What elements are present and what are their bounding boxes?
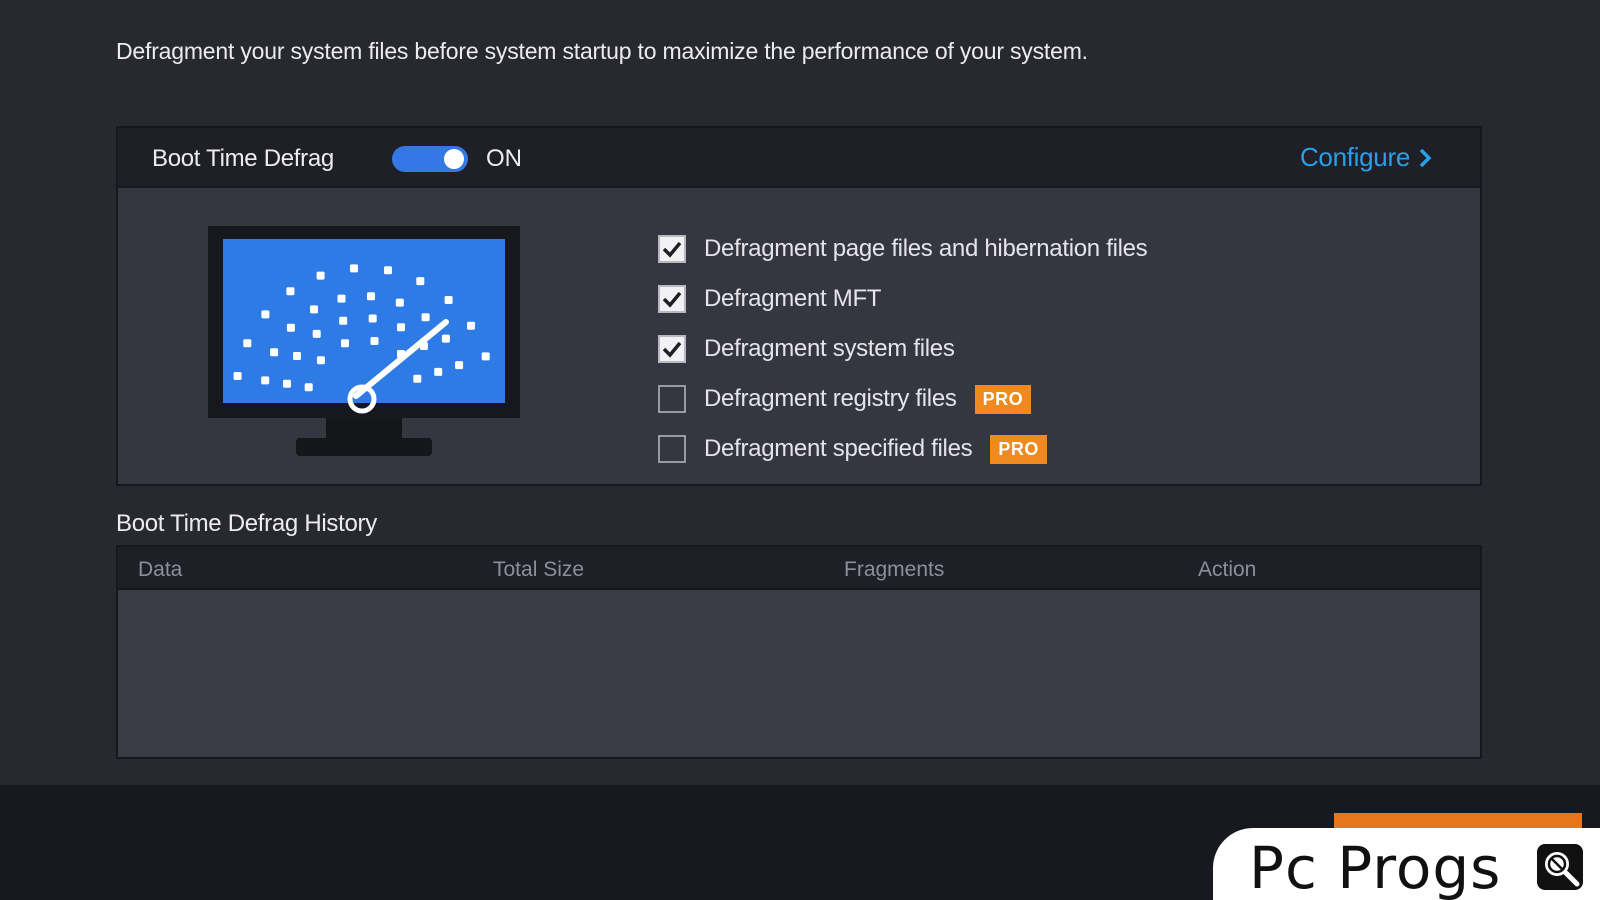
option-label: Defragment registry files	[704, 385, 957, 412]
option-checkbox[interactable]	[658, 235, 686, 263]
page-description: Defragment your system files before syst…	[116, 38, 1088, 64]
column-header-fragments[interactable]: Fragments	[844, 558, 944, 582]
defrag-option[interactable]: Defragment registry files PRO	[658, 374, 1147, 424]
option-label: Defragment specified files	[704, 435, 973, 462]
history-title: Boot Time Defrag History	[116, 510, 377, 537]
column-header-total-size[interactable]: Total Size	[493, 558, 584, 582]
panel-header: Boot Time Defrag ON Configure	[118, 128, 1480, 188]
watermark: Pc Progs	[1213, 828, 1600, 900]
magnifier-icon	[1537, 844, 1583, 890]
watermark-text: Pc Progs	[1249, 834, 1502, 900]
option-label: Defragment system files	[704, 335, 955, 362]
monitor-gauge-icon	[208, 226, 520, 456]
checkmark-icon	[662, 291, 682, 308]
option-checkbox[interactable]	[658, 285, 686, 313]
boot-time-defrag-panel: Boot Time Defrag ON Configure Defragment…	[116, 126, 1482, 486]
pro-badge: PRO	[990, 434, 1047, 464]
toggle-knob	[444, 149, 464, 169]
column-header-data[interactable]: Data	[138, 558, 182, 582]
table-header: Data Total Size Fragments Action	[118, 547, 1480, 590]
toggle-state-label: ON	[486, 145, 522, 172]
option-label: Defragment page files and hibernation fi…	[704, 235, 1148, 262]
option-label: Defragment MFT	[704, 285, 882, 312]
checkmark-icon	[662, 241, 682, 258]
boot-defrag-toggle[interactable]	[392, 146, 468, 172]
defrag-option[interactable]: Defragment specified files PRO	[658, 424, 1147, 474]
history-table: Data Total Size Fragments Action	[116, 545, 1482, 759]
option-checkbox[interactable]	[658, 335, 686, 363]
defrag-options-list: Defragment page files and hibernation fi…	[658, 224, 1148, 474]
defrag-option[interactable]: Defragment system files	[658, 324, 1147, 374]
checkmark-icon	[662, 341, 682, 358]
chevron-right-icon	[1419, 148, 1432, 167]
defrag-option[interactable]: Defragment page files and hibernation fi…	[658, 224, 1148, 274]
configure-link[interactable]: Configure	[1300, 142, 1432, 173]
option-checkbox[interactable]	[658, 385, 686, 413]
configure-label: Configure	[1299, 142, 1410, 172]
panel-title: Boot Time Defrag	[152, 145, 334, 172]
defrag-option[interactable]: Defragment MFT	[658, 274, 1147, 324]
pro-badge: PRO	[974, 384, 1032, 414]
column-header-action[interactable]: Action	[1198, 558, 1256, 582]
option-checkbox[interactable]	[658, 435, 686, 463]
